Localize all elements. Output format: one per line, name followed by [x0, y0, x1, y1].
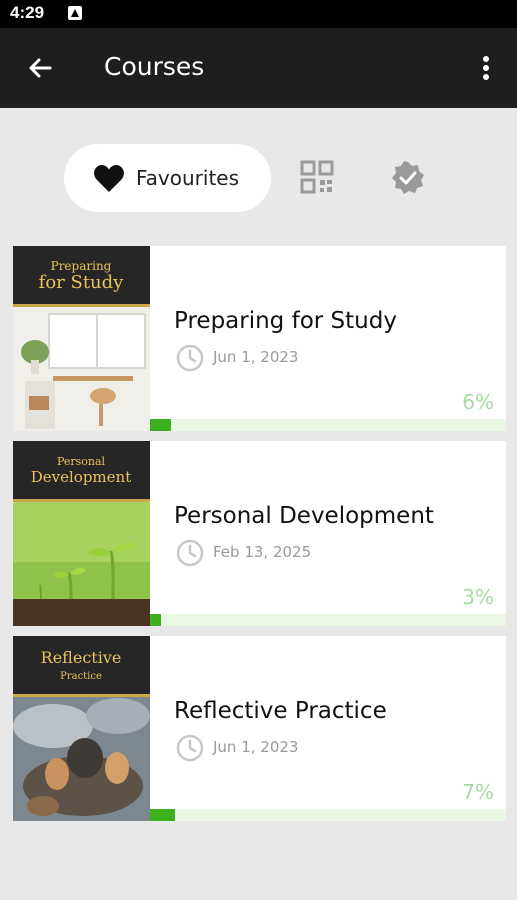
progress-track	[150, 419, 506, 431]
clock-icon	[176, 539, 204, 567]
progress-track	[150, 809, 506, 821]
cover-line-2: Practice	[60, 671, 102, 682]
progress-percent: 7%	[462, 780, 494, 804]
favourites-label: Favourites	[136, 166, 240, 190]
progress-percent: 3%	[462, 585, 494, 609]
course-card[interactable]: Preparing for Study Preparing for Study …	[13, 246, 506, 431]
verified-badge-icon[interactable]	[390, 160, 426, 196]
cover-line-2: Development	[31, 468, 131, 486]
overflow-menu-icon[interactable]	[470, 52, 502, 84]
qr-code-icon[interactable]	[300, 160, 334, 194]
progress-track	[150, 614, 506, 626]
progress-percent: 6%	[462, 390, 494, 414]
heart-icon	[94, 165, 124, 192]
cover-line-1: Reflective	[41, 648, 122, 667]
course-title: Preparing for Study	[174, 308, 397, 334]
favourites-filter-button[interactable]: Favourites	[64, 144, 271, 212]
progress-fill	[150, 809, 175, 821]
clock-icon	[176, 734, 204, 762]
course-cover-image: Personal Development	[13, 441, 150, 626]
filter-bar: Favourites	[0, 108, 517, 238]
course-date: Jun 1, 2023	[213, 738, 299, 756]
course-cover-image: Reflective Practice	[13, 636, 150, 821]
progress-fill	[150, 614, 161, 626]
app-bar: Courses	[0, 28, 517, 108]
cover-line-2: for Study	[39, 272, 125, 293]
status-time: 4:29	[10, 3, 45, 22]
page-title: Courses	[104, 52, 205, 81]
course-card[interactable]: Personal Development Personal Developmen…	[13, 441, 506, 626]
course-card[interactable]: Reflective Practice Reflective Practice …	[13, 636, 506, 821]
status-bar: 4:29	[0, 0, 517, 28]
course-date: Jun 1, 2023	[213, 348, 299, 366]
cover-line-1: Preparing	[51, 259, 112, 273]
cover-line-1: Personal	[57, 455, 106, 468]
course-title: Personal Development	[174, 503, 434, 529]
course-date: Feb 13, 2025	[213, 543, 312, 561]
back-arrow-icon[interactable]	[24, 52, 56, 84]
progress-fill	[150, 419, 172, 431]
notification-icon	[68, 6, 82, 20]
course-title: Reflective Practice	[174, 698, 387, 724]
course-cover-image: Preparing for Study	[13, 246, 150, 431]
clock-icon	[176, 344, 204, 372]
